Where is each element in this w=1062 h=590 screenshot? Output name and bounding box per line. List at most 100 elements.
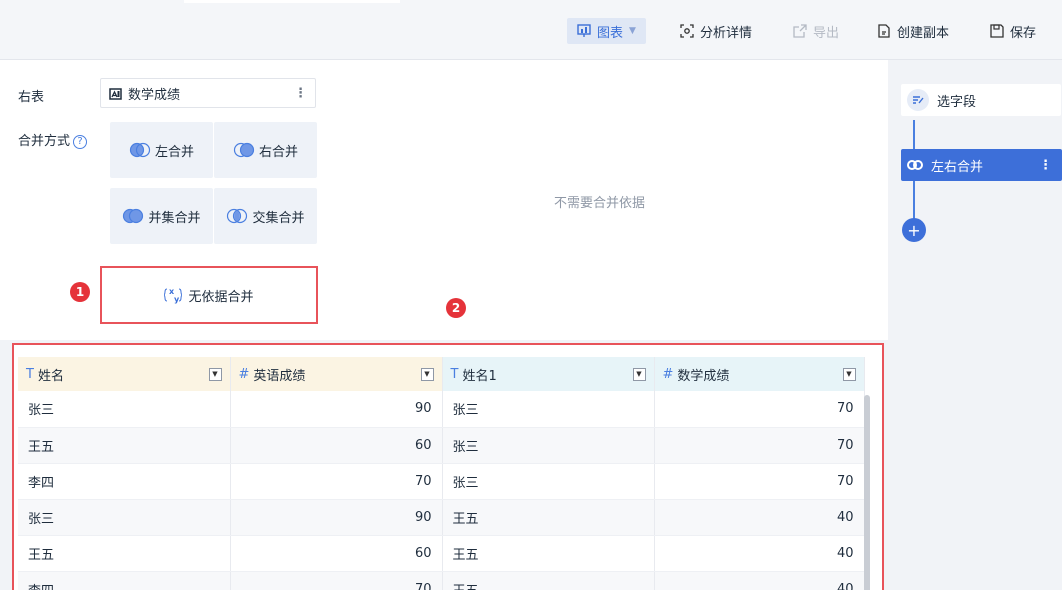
text-type-icon: T — [450, 366, 459, 382]
table-cell: 张三 — [442, 391, 655, 428]
table-row: 张三 90 王五 40 — [18, 499, 865, 536]
union-merge-button[interactable]: 并集合并 — [110, 188, 213, 244]
merge-rings-icon — [907, 160, 923, 170]
table-header-row: T 姓名 ▼ # 英语成绩 ▼ T 姓名1 ▼ # 数学成绩 ▼ — [18, 357, 865, 391]
chevron-down-icon: ▼ — [629, 26, 636, 36]
right-table-value: 数学成绩 — [128, 87, 181, 103]
column-header-label: 姓名 — [37, 368, 64, 384]
no-basis-merge-label: 无依据合并 — [188, 289, 254, 305]
table-cell: 王五 — [442, 535, 655, 572]
table-row: 张三 90 张三 70 — [18, 391, 865, 428]
column-header-name[interactable]: T 姓名 ▼ — [18, 357, 231, 391]
step-select-fields[interactable]: 选字段 — [901, 84, 1061, 116]
step-left-right-merge-label: 左右合并 — [931, 159, 984, 175]
right-merge-label: 右合并 — [258, 144, 298, 160]
column-dropdown-icon[interactable]: ▼ — [842, 367, 856, 381]
chart-label: 图表 — [597, 25, 624, 41]
help-icon[interactable]: ? — [73, 134, 88, 149]
column-header-math[interactable]: # 数学成绩 ▼ — [654, 357, 865, 391]
union-merge-label: 并集合并 — [148, 210, 201, 226]
left-merge-label: 左合并 — [154, 144, 194, 160]
table-row: 李四 70 张三 70 — [18, 463, 865, 500]
analysis-icon — [680, 24, 694, 38]
column-dropdown-icon[interactable]: ▼ — [208, 367, 222, 381]
analysis-details-button[interactable]: 分析详情 — [680, 18, 752, 44]
table-row: 李四 70 王五 40 — [18, 571, 865, 590]
top-toolbar: 图表 ▼ 分析详情 导出 创建副本 保存 — [0, 0, 1062, 60]
create-copy-label: 创建副本 — [897, 25, 950, 41]
table-cell: 张三 — [18, 391, 231, 428]
table-cell: 张三 — [442, 463, 655, 500]
save-button[interactable]: 保存 — [990, 18, 1036, 44]
text-type-icon: T — [26, 366, 34, 382]
step-select-fields-label: 选字段 — [937, 94, 977, 110]
column-dropdown-icon[interactable]: ▼ — [420, 367, 434, 381]
add-step-button[interactable]: + — [902, 218, 926, 242]
union-merge-icon — [123, 208, 144, 224]
dataset-icon — [109, 87, 122, 100]
intersect-merge-button[interactable]: 交集合并 — [214, 188, 317, 244]
column-header-name1[interactable]: T 姓名1 ▼ — [442, 357, 655, 391]
table-cell: 70 — [654, 463, 865, 500]
table-cell: 70 — [230, 571, 443, 590]
save-label: 保存 — [1010, 25, 1037, 41]
copy-icon — [878, 24, 890, 38]
no-basis-merge-button[interactable]: xy 无依据合并 — [100, 266, 318, 324]
step-flow-panel: 选字段 左右合并 ⋮ + — [888, 60, 1062, 590]
right-merge-icon — [233, 142, 255, 158]
table-cell: 张三 — [442, 427, 655, 464]
table-cell: 70 — [654, 391, 865, 428]
vertical-scrollbar[interactable] — [864, 395, 870, 590]
table-row: 王五 60 王五 40 — [18, 535, 865, 572]
table-cell: 40 — [654, 535, 865, 572]
table-cell: 70 — [230, 463, 443, 500]
xy-bracket-icon: xy — [164, 287, 183, 304]
analysis-details-label: 分析详情 — [700, 25, 753, 41]
chart-button[interactable]: 图表 ▼ — [567, 18, 646, 44]
export-button[interactable]: 导出 — [793, 18, 839, 44]
preview-table: T 姓名 ▼ # 英语成绩 ▼ T 姓名1 ▼ # 数学成绩 ▼ 张三 90 张三 70 王五 … — [18, 357, 865, 590]
table-cell: 70 — [654, 427, 865, 464]
table-cell: 40 — [654, 571, 865, 590]
data-preview: T 姓名 ▼ # 英语成绩 ▼ T 姓名1 ▼ # 数学成绩 ▼ 张三 90 张三 70 王五 … — [12, 343, 884, 590]
table-cell: 40 — [654, 499, 865, 536]
export-icon — [793, 24, 807, 38]
table-cell: 王五 — [442, 499, 655, 536]
merge-config-panel: 右表 数学成绩 ⋮ 合并方式? 左合并 右合并 并集合并 交集合并 xy 无依据… — [0, 60, 888, 340]
column-header-label: 姓名1 — [462, 368, 497, 384]
column-header-english[interactable]: # 英语成绩 ▼ — [230, 357, 443, 391]
table-cell: 王五 — [18, 427, 231, 464]
column-dropdown-icon[interactable]: ▼ — [632, 367, 646, 381]
chart-icon — [577, 24, 591, 37]
number-type-icon: # — [662, 366, 674, 382]
table-cell: 60 — [230, 427, 443, 464]
annotation-badge-1: 1 — [70, 282, 90, 302]
table-cell: 王五 — [442, 571, 655, 590]
table-cell: 90 — [230, 499, 443, 536]
number-type-icon: # — [238, 366, 250, 382]
create-copy-button[interactable]: 创建副本 — [877, 18, 949, 44]
left-merge-icon — [129, 142, 151, 158]
more-options-icon[interactable]: ⋮ — [294, 86, 307, 101]
active-tab-strip — [184, 0, 400, 3]
right-merge-button[interactable]: 右合并 — [214, 122, 317, 178]
table-cell: 60 — [230, 535, 443, 572]
merge-mode-text: 合并方式 — [18, 134, 71, 149]
table-cell: 张三 — [18, 499, 231, 536]
right-table-select[interactable]: 数学成绩 ⋮ — [100, 78, 316, 108]
left-merge-button[interactable]: 左合并 — [110, 122, 213, 178]
save-icon — [990, 24, 1004, 38]
no-merge-basis-hint: 不需要合并依据 — [554, 196, 646, 211]
more-options-icon[interactable]: ⋮ — [1039, 158, 1052, 173]
annotation-badge-2: 2 — [446, 298, 466, 318]
select-fields-icon — [907, 89, 929, 111]
right-table-label: 右表 — [18, 90, 45, 105]
table-cell: 李四 — [18, 571, 231, 590]
svg-text:y: y — [174, 295, 180, 304]
table-row: 王五 60 张三 70 — [18, 427, 865, 464]
table-cell: 90 — [230, 391, 443, 428]
column-header-label: 英语成绩 — [253, 368, 306, 384]
table-cell: 王五 — [18, 535, 231, 572]
intersect-merge-label: 交集合并 — [252, 210, 305, 226]
step-left-right-merge[interactable]: 左右合并 ⋮ — [901, 149, 1062, 181]
